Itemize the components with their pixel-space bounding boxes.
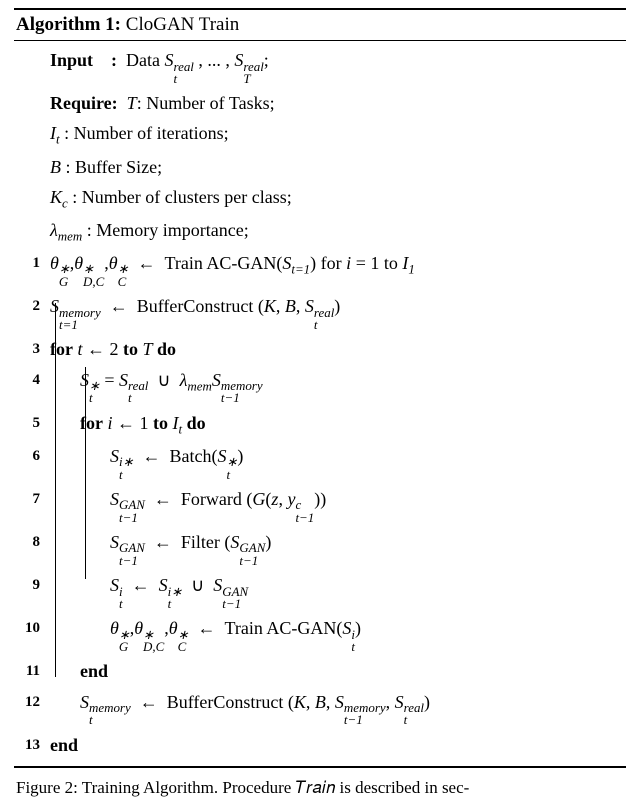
require-line: Require: T: Number of Tasks; bbox=[14, 88, 626, 118]
figure-caption: Figure 2: Training Algorithm. Procedure … bbox=[14, 768, 626, 798]
algorithm-title-row: Algorithm 1: CloGAN Train bbox=[14, 10, 626, 41]
algorithm-body: Input : Data Srealt , ... , SrealT; Requ… bbox=[14, 41, 626, 766]
vline-inner bbox=[85, 367, 86, 579]
alg-line-10: 10 θ∗G,θ∗D,C,θ∗C ← Train AC-GAN(Sit) bbox=[14, 613, 626, 656]
alg-line-8: 8 SGANt−1 ← Filter (SGANt−1) bbox=[14, 527, 626, 570]
line-number: 1 bbox=[14, 253, 46, 273]
alg-line-6: 6 Si∗t ← Batch(S∗t) bbox=[14, 441, 626, 484]
input-data-label: Data bbox=[126, 50, 164, 70]
decl-B: B : Buffer Size; bbox=[14, 152, 626, 182]
require-label: Require: bbox=[50, 93, 118, 113]
alg-line-11: 11 end bbox=[14, 656, 626, 686]
sym-S: S bbox=[165, 50, 174, 70]
alg-line-7: 7 SGANt−1 ← Forward (G(z, yct−1)) bbox=[14, 484, 626, 527]
alg-line-3: 3 for t ← 2 to T do bbox=[14, 334, 626, 364]
alg-line-1: 1 θ∗G,θ∗D,C,θ∗C ← Train AC-GAN(St=1) for… bbox=[14, 248, 626, 291]
algorithm-box: Algorithm 1: CloGAN Train Input : Data S… bbox=[14, 8, 626, 768]
alg-line-5: 5 for i ← 1 to It do bbox=[14, 408, 626, 441]
algorithm-label: Algorithm 1: bbox=[16, 14, 121, 35]
alg-line-4: 4 S∗t = Srealt ∪ λmemSmemoryt−1 bbox=[14, 365, 626, 408]
decl-Kc: Kc : Number of clusters per class; bbox=[14, 182, 626, 215]
alg-line-2: 2 Smemoryt=1 ← BufferConstruct (K, B, Sr… bbox=[14, 291, 626, 334]
input-line: Input : Data Srealt , ... , SrealT; bbox=[14, 45, 626, 88]
input-colon: : bbox=[111, 50, 117, 70]
alg-line-12: 12 Smemoryt ← BufferConstruct (K, B, Sme… bbox=[14, 687, 626, 730]
decl-lambda: λmem : Memory importance; bbox=[14, 215, 626, 248]
algorithm-name: CloGAN Train bbox=[126, 14, 240, 35]
vline-outer bbox=[55, 303, 56, 677]
dots: , ... , bbox=[198, 50, 230, 70]
input-label: Input bbox=[50, 50, 93, 70]
decl-It: It : Number of iterations; bbox=[14, 118, 626, 151]
alg-line-9: 9 Sit ← Si∗t ∪ SGANt−1 bbox=[14, 570, 626, 613]
alg-line-13: 13 end bbox=[14, 730, 626, 760]
